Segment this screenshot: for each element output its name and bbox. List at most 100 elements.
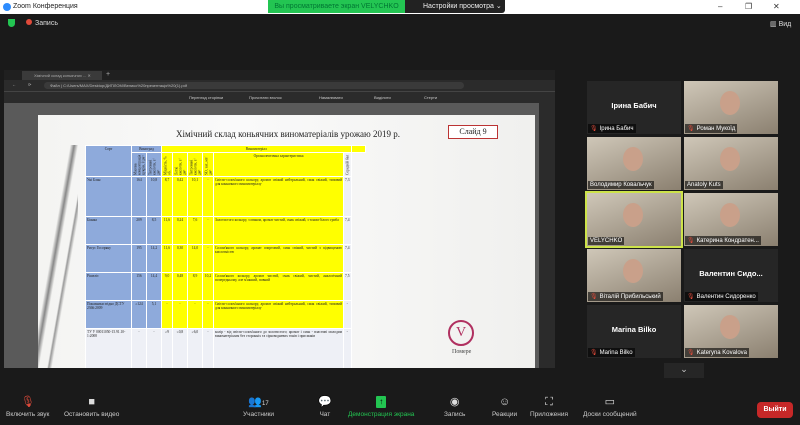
plant-decoration — [38, 145, 78, 368]
cell-value: 9,0 — [161, 272, 173, 301]
close-button[interactable]: ✕ — [773, 2, 780, 11]
participant-tile[interactable]: 🎙 Роман Мукоїд — [684, 81, 778, 134]
whiteboards-button[interactable]: ▭ Доски сообщений — [583, 390, 637, 418]
browser-sidebar[interactable] — [539, 103, 555, 368]
muted-mic-icon: 🎙 — [687, 350, 695, 356]
cell-value: 0,42 — [172, 176, 188, 217]
cell-sort: Біанка — [85, 216, 132, 245]
cell-value: 8,5 — [146, 216, 162, 245]
toolbar-erase[interactable]: Стерти — [424, 95, 437, 100]
apps-label: Приложения — [530, 411, 569, 418]
participant-name-label: 🎙 Ірина Бабич — [588, 124, 636, 133]
participant-tile[interactable]: 🎙 Катерина Кондратен... — [684, 193, 778, 246]
leave-button[interactable]: Выйти — [757, 402, 793, 418]
muted-mic-icon: 🎙 — [590, 350, 598, 356]
cell-value: 0,48 — [172, 272, 188, 301]
participant-tile[interactable]: 🎙 Kateryna Kovalova — [684, 305, 778, 358]
shared-screen: Хімічний склад коньячних ... ✕ + ← ⟳ Фай… — [4, 70, 555, 368]
unmute-label: Включить звук — [6, 411, 50, 418]
cell-value: 11,6 — [161, 216, 173, 245]
participant-name: Kateryna Kovalova — [696, 350, 747, 356]
participants-button[interactable]: 👥17 Участники — [243, 390, 274, 418]
participant-face — [623, 259, 643, 283]
header-wine: Виноматеріал — [161, 145, 352, 153]
participant-tile[interactable]: Володимир Ковальчук — [587, 137, 681, 190]
recording-label: Запись — [35, 20, 58, 27]
share-label: Демонстрация экрана — [348, 411, 415, 418]
minimize-button[interactable]: – — [718, 2, 722, 11]
cell-sort: Рішеліє — [85, 272, 132, 301]
url-field[interactable]: Файл | C:/Users/MAX/Desktop/ДИПЛОМ/Велик… — [44, 82, 464, 89]
new-tab-icon[interactable]: + — [106, 71, 110, 78]
view-button[interactable]: ▥ Вид — [770, 20, 791, 28]
participant-tile[interactable]: Marina Bilko 🎙 Marina Bilko — [587, 305, 681, 358]
apps-icon: ⛶ — [545, 396, 553, 408]
participant-tile[interactable]: VELYCHKO — [585, 191, 683, 248]
share-screen-button[interactable]: ↑ Демонстрация экрана — [348, 390, 414, 418]
cell-description: Солом'яного кольору, аромат спиртовий, с… — [213, 244, 344, 273]
toolbar-page-view[interactable]: Перегляд сторінки — [189, 95, 223, 100]
chat-button[interactable]: 💬 Чат — [318, 390, 332, 418]
cell-value: - — [202, 300, 214, 329]
cell-value: 5,1 — [146, 300, 162, 329]
record-button[interactable]: ◉ Запись — [444, 390, 465, 418]
browser-tab[interactable]: Хімічний склад коньячних ... ✕ — [22, 71, 102, 80]
participant-name: Віталій Прибильський — [599, 294, 661, 300]
participant-tile[interactable]: Валентин Сидо... 🎙 Валентин Сидоренко — [684, 249, 778, 302]
participants-count: 17 — [262, 401, 269, 407]
participant-tile[interactable]: 🎙 Віталій Прибильський — [587, 249, 681, 302]
table-row: Біанка 209 8,5 11,6 0,24 7,6- Золотистого коль… — [85, 216, 366, 245]
table-row: Показники згідно ДСТУ 2366:2009 ≥124 5,1- -… — [85, 300, 366, 329]
cell-value: ≥6,0 — [187, 328, 203, 368]
cell-value: ≥124 — [131, 300, 147, 329]
participant-name-label: Anatoly Kuts — [685, 181, 723, 189]
participant-name: Валентин Сидоренко — [696, 294, 756, 300]
cell-sort: Уні Блан — [85, 176, 132, 217]
pdf-viewer: Хімічний склад коньячних виноматеріалів … — [4, 103, 539, 368]
toolbar-read-aloud[interactable]: Прочитати вголос — [249, 95, 282, 100]
toolbar-highlight[interactable]: Виділити — [374, 95, 391, 100]
tab-title: Хімічний склад коньячних ... — [34, 73, 87, 78]
muted-mic-icon: 🎙 — [687, 126, 695, 132]
unmute-button[interactable]: 🎙 Включить звук — [6, 390, 49, 418]
stop-video-button[interactable]: ■ Остановить видео — [64, 390, 119, 418]
participants-icon: 👥17 — [248, 396, 269, 408]
video-label: Остановить видео — [64, 411, 120, 418]
cell-score: - — [343, 328, 352, 368]
apps-button[interactable]: ⛶ Приложения — [530, 390, 568, 418]
participant-tile[interactable]: Anatoly Kuts — [684, 137, 778, 190]
participant-big-name: Ірина Бабич — [611, 101, 657, 110]
security-shield-icon[interactable] — [8, 19, 15, 27]
browser-tab-bar: Хімічний склад коньячних ... ✕ + — [4, 70, 555, 80]
recording-indicator[interactable]: Запись — [26, 19, 58, 27]
cell-description: Золотистого кольору, з оваком, аромат чи… — [213, 216, 344, 245]
cell-value: ≥9 — [161, 328, 173, 368]
participant-face — [623, 203, 643, 227]
meeting-controls: 🎙 Включить звук ■ Остановить видео 👥17 Учас… — [0, 390, 800, 425]
view-settings-dropdown[interactable]: Настройки просмотра ⌄ — [405, 0, 505, 13]
column-header: Леткі кислоти, г/дм³ — [172, 152, 188, 177]
refresh-icon[interactable]: ⟳ — [28, 82, 31, 87]
cell-value: 164 — [131, 176, 147, 217]
column-header: Масова концентрація цукрів, г/дм³ — [131, 152, 147, 177]
toolbar-draw[interactable]: Намалювати — [319, 95, 343, 100]
column-header: Міцність, % об. — [161, 152, 173, 177]
participant-tile[interactable]: Ірина Бабич 🎙 Ірина Бабич — [587, 81, 681, 134]
cell-value: 195 — [131, 244, 147, 273]
participant-big-name: Marina Bilko — [611, 325, 657, 334]
slide-page: Хімічний склад коньячних виноматеріалів … — [38, 115, 535, 368]
muted-mic-icon: 🎙 — [590, 294, 598, 300]
cell-value: 156 — [131, 272, 147, 301]
back-icon[interactable]: ← — [12, 82, 16, 87]
reactions-button[interactable]: ☺ Реакции — [492, 390, 517, 418]
table-row: Рисус Госоряну 195 14,2 11,6 0,30 14,0- Солом'… — [85, 244, 366, 273]
muted-mic-icon: 🎙 — [590, 126, 598, 132]
share-arrow-icon: ↑ — [376, 396, 387, 408]
cell-value: - — [131, 328, 147, 368]
cell-value: 0,30 — [172, 244, 188, 273]
maximize-button[interactable]: ❐ — [745, 2, 752, 11]
participant-name-label: 🎙 Віталій Прибильський — [588, 292, 663, 301]
participant-name-label: 🎙 Kateryna Kovalova — [685, 348, 749, 357]
cell-value: 8,9 — [187, 272, 203, 301]
chevron-down-icon[interactable]: ⌄ — [664, 363, 704, 378]
